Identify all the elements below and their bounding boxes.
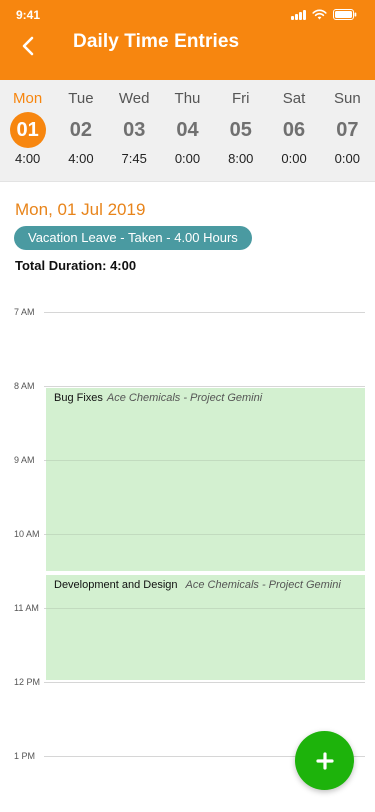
status-time: 9:41 <box>16 8 41 22</box>
app-screen: 9:41 Daily Time Entries Mon 01 4:00 Tue … <box>0 0 375 812</box>
day-hours: 0:00 <box>174 151 201 166</box>
battery-icon <box>333 9 357 20</box>
entry-project-name: Ace Chemicals - Project Gemini <box>185 579 341 591</box>
day-hours: 0:00 <box>281 151 307 166</box>
hour-line <box>44 386 365 387</box>
day-number: 01 <box>9 112 46 148</box>
signal-icon <box>291 9 306 20</box>
day-hours: 4:00 <box>68 151 94 166</box>
day-name: Sun <box>333 90 361 107</box>
entry-title: Bug Fixes Ace Chemicals - Project Gemini <box>54 392 262 404</box>
week-selector: Mon 01 4:00 Tue 02 4:00 Wed 03 7:45 Thu … <box>0 80 375 182</box>
entry-project-name: Ace Chemicals - Project Gemini <box>106 392 263 404</box>
page-title: Daily Time Entries <box>73 31 240 52</box>
entry-task-name: Development and Design <box>54 579 178 591</box>
entry-task-name: Bug Fixes <box>54 392 103 404</box>
day-tue[interactable]: Tue 02 4:00 <box>54 80 107 181</box>
hour-line <box>44 312 365 313</box>
plus-icon <box>315 751 334 770</box>
back-button[interactable] <box>14 32 42 60</box>
total-duration: Total Duration: 4:00 <box>15 258 137 273</box>
hour-label: 7 AM <box>14 307 35 317</box>
wifi-icon <box>312 9 327 20</box>
day-thu[interactable]: Thu 04 0:00 <box>161 80 214 181</box>
day-hours: 4:00 <box>14 151 41 166</box>
day-number: 05 <box>229 119 252 141</box>
day-mon[interactable]: Mon 01 4:00 <box>1 80 54 181</box>
day-sun[interactable]: Sun 07 0:00 <box>321 80 374 181</box>
add-entry-button[interactable] <box>295 731 354 790</box>
entry-title: Development and Design Ace Chemicals - Pr… <box>54 579 341 591</box>
day-sat[interactable]: Sat 06 0:00 <box>267 80 320 181</box>
day-name: Thu <box>174 90 201 107</box>
entry-hour-divider <box>46 460 365 461</box>
hour-label: 1 PM <box>14 751 36 761</box>
day-hours: 0:00 <box>334 151 360 166</box>
entry-hour-divider <box>46 534 365 535</box>
hour-label: 10 AM <box>14 529 40 539</box>
day-name: Mon <box>13 90 43 107</box>
hour-line <box>44 682 365 683</box>
day-number: 02 <box>69 119 93 141</box>
chevron-left-icon <box>22 36 34 56</box>
day-hours: 7:45 <box>121 151 147 166</box>
hour-label: 9 AM <box>14 455 35 465</box>
leave-badge[interactable]: Vacation Leave - Taken - 4.00 Hours <box>14 226 252 250</box>
day-name: Tue <box>68 90 94 107</box>
day-name: Wed <box>118 90 150 107</box>
status-icons <box>291 9 357 20</box>
app-header: 9:41 Daily Time Entries <box>0 0 375 80</box>
day-number: 03 <box>123 119 146 141</box>
hour-label: 12 PM <box>14 677 41 687</box>
day-name: Sat <box>282 90 306 107</box>
selected-date-heading: Mon, 01 Jul 2019 <box>15 200 146 219</box>
day-fri[interactable]: Fri 05 8:00 <box>214 80 267 181</box>
day-hours: 8:00 <box>228 151 254 166</box>
day-name: Fri <box>232 90 250 107</box>
time-entry-block[interactable]: Bug Fixes Ace Chemicals - Project Gemini <box>46 388 365 571</box>
entry-hour-divider <box>46 608 365 609</box>
hour-label: 8 AM <box>14 381 35 391</box>
time-entry-block[interactable]: Development and Design Ace Chemicals - Pr… <box>46 575 365 680</box>
day-number: 07 <box>336 119 359 141</box>
status-bar: 9:41 <box>0 0 375 30</box>
hour-label: 11 AM <box>14 603 39 613</box>
day-number: 06 <box>282 119 306 141</box>
day-wed[interactable]: Wed 03 7:45 <box>108 80 161 181</box>
day-number: 04 <box>176 119 199 141</box>
